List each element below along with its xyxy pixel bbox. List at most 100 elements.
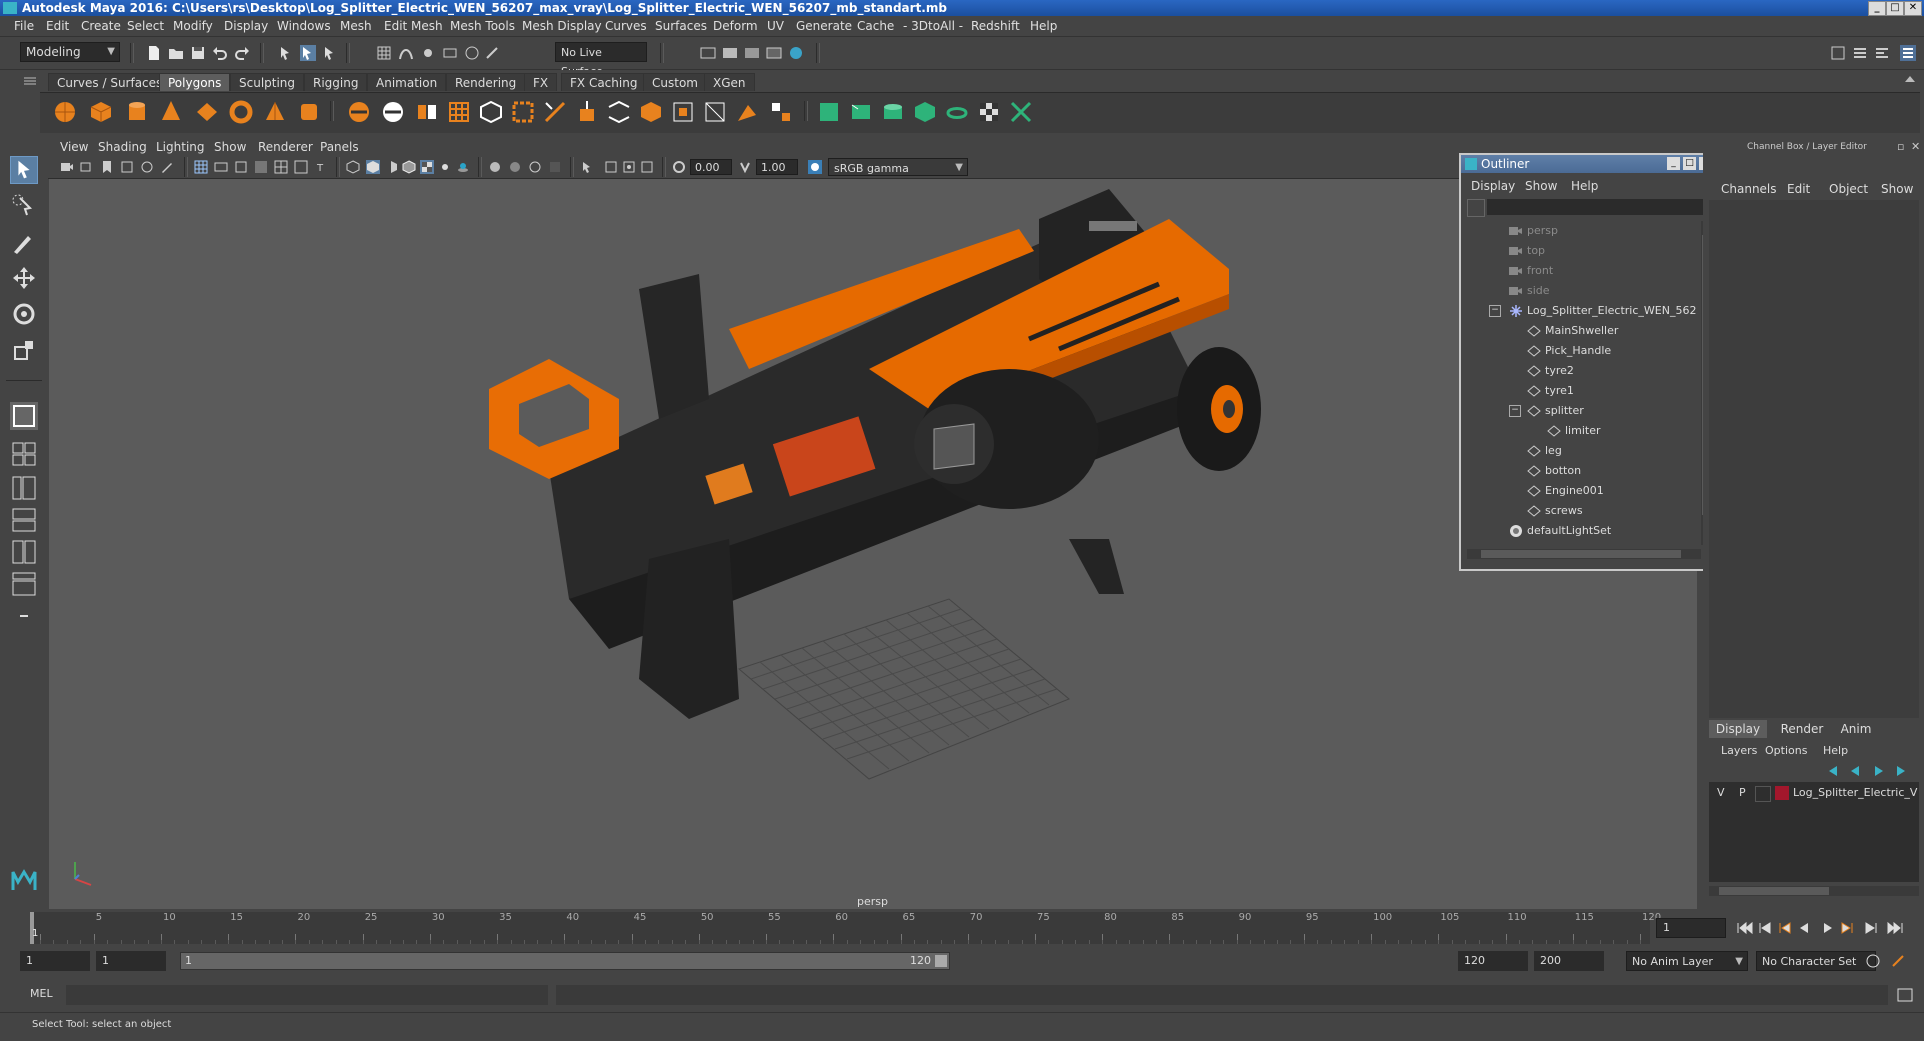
new-scene-icon[interactable] — [146, 45, 162, 61]
persp-viewport[interactable]: persp — [49, 179, 1697, 909]
spherical-map-icon[interactable] — [912, 99, 938, 125]
combine-icon[interactable] — [346, 99, 372, 125]
scene-start-field[interactable]: 1 — [20, 951, 90, 971]
playback-controls[interactable] — [1732, 918, 1922, 938]
exposure-field[interactable]: 0.00 — [690, 159, 732, 175]
menu-edit-mesh[interactable]: Edit Mesh — [384, 19, 443, 33]
redo-icon[interactable] — [234, 45, 250, 61]
snap-view-plane-icon[interactable] — [442, 45, 458, 61]
select-by-component-icon[interactable] — [322, 45, 338, 61]
menu-deform[interactable]: Deform — [713, 19, 758, 33]
cylindrical-map-icon[interactable] — [880, 99, 906, 125]
select-tool-icon[interactable] — [10, 156, 38, 184]
shelf-tab-custom[interactable]: Custom — [643, 73, 707, 91]
minimize-button[interactable]: _ — [1868, 1, 1886, 16]
snap-point-icon[interactable] — [420, 45, 436, 61]
gamma-field[interactable]: 1.00 — [756, 159, 798, 175]
outliner-menu-help[interactable]: Help — [1571, 179, 1598, 193]
viewport-menu-shading[interactable]: Shading — [98, 140, 147, 154]
viewport-menu-show[interactable]: Show — [214, 140, 246, 154]
snap-together-icon[interactable] — [484, 45, 500, 61]
bridge-icon[interactable] — [606, 99, 632, 125]
current-frame-field[interactable]: 1 — [1656, 918, 1726, 938]
four-view-layout-icon[interactable] — [10, 440, 38, 468]
bevel-icon[interactable] — [638, 99, 664, 125]
outliner-minimize-button[interactable]: _ — [1667, 157, 1680, 170]
shelf-tab-curves-surfaces[interactable]: Curves / Surfaces — [48, 73, 172, 91]
poly-cube-icon[interactable] — [88, 99, 114, 125]
menu-edit[interactable]: Edit — [46, 19, 69, 33]
append-polygon-icon[interactable] — [734, 99, 760, 125]
layer-color-swatch[interactable] — [1775, 786, 1789, 800]
shelf-tab-rendering[interactable]: Rendering — [446, 73, 526, 91]
xray-components-icon[interactable] — [640, 160, 654, 174]
menu-cache[interactable]: Cache — [857, 19, 894, 33]
shelf-menu-icon[interactable] — [24, 76, 36, 86]
outliner-horizontal-scrollbar[interactable] — [1467, 549, 1701, 559]
layers-menu[interactable]: Layers — [1721, 744, 1757, 757]
wireframe-icon[interactable] — [346, 160, 360, 174]
shelf-tab-polygons[interactable]: Polygons — [159, 73, 231, 91]
shelf-tab-fx-caching[interactable]: FX Caching — [561, 73, 647, 91]
save-scene-icon[interactable] — [190, 45, 206, 61]
lasso-tool-icon[interactable] — [10, 192, 38, 220]
extrude-icon[interactable] — [574, 99, 600, 125]
shelf-tab-animation[interactable]: Animation — [367, 73, 447, 91]
channels-menu[interactable]: Channels — [1721, 182, 1777, 196]
wireframe-on-shaded-icon[interactable] — [402, 160, 416, 174]
toggle-tool-settings-icon[interactable] — [1874, 45, 1890, 61]
undo-icon[interactable] — [212, 45, 228, 61]
outliner-maximize-button[interactable]: □ — [1683, 157, 1696, 170]
paint-select-tool-icon[interactable] — [10, 228, 38, 256]
poly-plane-icon[interactable] — [194, 99, 220, 125]
mirror-icon[interactable] — [510, 99, 536, 125]
script-language-toggle[interactable]: MEL — [30, 987, 53, 1000]
camera-attributes-icon[interactable] — [80, 160, 94, 174]
outliner-titlebar[interactable]: Outliner _ □ ✕ — [1461, 155, 1715, 173]
shelf-tab-fx[interactable]: FX — [524, 73, 558, 91]
xray-icon[interactable] — [604, 160, 618, 174]
merge-icon[interactable] — [702, 99, 728, 125]
view-transform-dropdown[interactable]: sRGB gamma ▼ — [828, 158, 968, 176]
layer-help-menu[interactable]: Help — [1823, 744, 1848, 757]
menu-display[interactable]: Display — [224, 19, 268, 33]
gate-mask-icon[interactable] — [254, 160, 268, 174]
motion-blur-icon[interactable] — [508, 160, 522, 174]
menu-uv[interactable]: UV — [767, 19, 784, 33]
menu-redshift[interactable]: Redshift — [971, 19, 1020, 33]
menu-help[interactable]: Help — [1030, 19, 1057, 33]
auto-key-icon[interactable] — [1864, 953, 1882, 969]
layer-tab-anim[interactable]: Anim — [1831, 720, 1881, 738]
open-scene-icon[interactable] — [168, 45, 184, 61]
menu-modify[interactable]: Modify — [173, 19, 213, 33]
grease-pencil-icon[interactable] — [160, 160, 174, 174]
shelf-tab-sculpting[interactable]: Sculpting — [230, 73, 305, 91]
character-set-dropdown[interactable]: No Character Set — [1756, 951, 1876, 971]
poly-pyramid-icon[interactable] — [262, 99, 288, 125]
quad-draw-icon[interactable] — [768, 99, 794, 125]
close-button[interactable]: ✕ — [1904, 1, 1922, 16]
render-settings-icon[interactable] — [766, 45, 782, 61]
menu-generate[interactable]: Generate — [796, 19, 852, 33]
sew-uv-icon[interactable] — [1008, 99, 1034, 125]
poly-torus-icon[interactable] — [228, 99, 254, 125]
outliner-search-input[interactable] — [1487, 199, 1713, 215]
poly-cylinder-icon[interactable] — [124, 99, 150, 125]
grid-icon[interactable] — [194, 160, 208, 174]
toggle-attribute-editor-icon[interactable] — [1852, 45, 1868, 61]
safe-action-icon[interactable] — [294, 160, 308, 174]
poly-cone-icon[interactable] — [158, 99, 184, 125]
safe-title-icon[interactable]: T — [314, 160, 328, 174]
layer-action-icons[interactable] — [1827, 764, 1907, 778]
channelbox-edit-menu[interactable]: Edit — [1787, 182, 1810, 196]
make-live-icon[interactable] — [464, 45, 480, 61]
bookmark-icon[interactable] — [100, 160, 114, 174]
menu-3dtoall[interactable]: - 3DtoAll - — [903, 19, 963, 33]
poly-sphere-icon[interactable] — [52, 99, 78, 125]
viewport-menu-lighting[interactable]: Lighting — [156, 140, 205, 154]
layer-type-toggle[interactable] — [1755, 786, 1771, 802]
menu-mesh-tools[interactable]: Mesh Tools — [450, 19, 515, 33]
poly-pipe-icon[interactable] — [296, 99, 322, 125]
smooth-icon[interactable] — [446, 99, 472, 125]
live-surface-field[interactable]: No Live Surface — [555, 42, 647, 78]
